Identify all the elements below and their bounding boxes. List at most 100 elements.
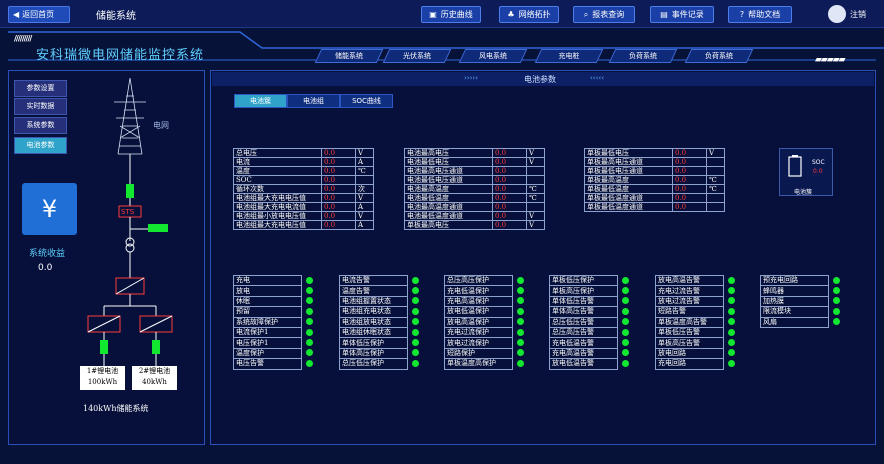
status-indicator-icon	[517, 359, 524, 367]
status-indicator-icon	[728, 339, 735, 347]
sidebar-item-battery-params[interactable]: 电池参数	[14, 137, 67, 154]
status-dot-cell	[302, 317, 316, 327]
status-label: 放电过流告警	[655, 295, 724, 308]
param-unit	[706, 202, 725, 212]
history-curve-button[interactable]: ▣ 历史曲线	[421, 6, 481, 23]
status-indicator-icon	[306, 297, 313, 305]
tab-storage[interactable]: 储能系统	[314, 49, 384, 63]
status-table-4: 单板低压保护 单板高压保护 单体低压告警 单体高压告警 总压低压告警 总压高压告警 充电低温…	[549, 274, 632, 370]
param-label: 单板最低温度	[584, 184, 673, 194]
status-label: 单板高压告警	[655, 337, 724, 349]
param-table-2: 电池最高电压 0.0 V 电池最低电压 0.0 V 电池最高电压通道 0.0 电池最低电压通道 0…	[404, 148, 545, 230]
status-indicator-icon	[412, 349, 419, 357]
param-table-1: 总电压 0.0 V 电流 0.0 A 温度 0.0 ℃ SOC 0.0 循环次数 0.0 次电池组最大充电…	[233, 148, 374, 230]
param-unit: ℃	[526, 193, 545, 203]
param-label: 电池组最大充电电压值	[233, 193, 322, 203]
status-label: 加热膜	[760, 295, 829, 308]
status-dot-cell	[618, 338, 632, 348]
param-value: 0.0	[492, 184, 527, 194]
grid-label: 电网	[153, 121, 169, 130]
status-label: 蜂鸣器	[760, 285, 829, 297]
logout-link[interactable]: 注销	[850, 9, 866, 20]
status-row: 充电高温告警	[549, 347, 632, 360]
status-dot-cell	[513, 276, 527, 286]
tab-load[interactable]: 负荷系统	[608, 49, 678, 63]
status-label: 电流告警	[339, 274, 408, 287]
tab-battery-cluster[interactable]: 电池簇	[234, 94, 287, 108]
status-table-1: 充电 放电 休眠 预留 系统故障保护 电流保护1 电压保护1 温度保护 电压告警	[233, 274, 316, 370]
status-table-3: 总压高压保护 充电低温保护 充电高温保护 放电低温保护 放电高温保护 充电过流保护 放电过流…	[444, 274, 527, 370]
status-indicator-icon	[306, 307, 313, 315]
status-label: 限流模块	[760, 306, 829, 318]
status-row: 限流模块	[760, 306, 843, 318]
param-label: 电池最高温度通道	[404, 202, 493, 212]
status-label: 放电低温告警	[549, 358, 618, 370]
param-label: 单板最高电压通道	[584, 157, 673, 167]
status-label: 单板高压保护	[549, 285, 618, 297]
battery-icon	[788, 155, 802, 177]
status-row: 单板低压告警	[655, 326, 738, 339]
status-indicator-icon	[622, 307, 629, 315]
status-label: 充电	[233, 274, 302, 287]
status-indicator-icon	[728, 287, 735, 295]
header-stripes-icon: /////////	[14, 34, 32, 43]
status-label: 总压高压告警	[549, 326, 618, 339]
status-indicator-icon	[517, 307, 524, 315]
sidebar-item-realtime[interactable]: 实时数据	[14, 98, 67, 115]
param-value: 0.0	[672, 184, 707, 194]
status-indicator-icon	[622, 328, 629, 336]
status-label: 放电回路	[655, 347, 724, 360]
status-indicator-icon	[728, 328, 735, 336]
home-button[interactable]: ◀ 返回首页	[8, 6, 70, 23]
status-dot-cell	[724, 296, 738, 306]
tab-load-2[interactable]: 负荷系统	[684, 49, 754, 63]
soc-card: SOC 0.0 电池簇	[779, 148, 833, 196]
user-avatar-icon[interactable]	[828, 5, 846, 23]
report-query-button[interactable]: ⌕ 报表查询	[573, 6, 635, 23]
status-label: 电池组放电状态	[339, 316, 408, 328]
help-doc-button[interactable]: ? 帮助文档	[728, 6, 792, 23]
battery-1-box: 1#锂电池 100kWh	[80, 366, 125, 390]
breaker-side	[148, 224, 168, 232]
status-label: 充电过流保护	[444, 326, 513, 339]
param-value: 0.0	[672, 157, 707, 167]
sidebar-item-system-params[interactable]: 系统参数	[14, 117, 67, 134]
status-indicator-icon	[728, 276, 735, 284]
tab-battery-group[interactable]: 电池组	[287, 94, 340, 108]
sidebar-item-param-settings[interactable]: 参数设置	[14, 80, 67, 97]
status-row: 单板低压保护	[549, 274, 632, 287]
status-row: 电池组休眠状态	[339, 326, 422, 339]
param-unit	[706, 166, 725, 176]
param-row: 温度 0.0 ℃	[233, 166, 374, 176]
status-row: 蜂鸣器	[760, 285, 843, 297]
arrows-right-icon: ›››››	[464, 74, 478, 82]
network-topology-button[interactable]: ♣ 网络拓扑	[499, 6, 559, 23]
status-table-5: 放电高温告警 充电过流告警 放电过流告警 短路告警 单板温度高告警 单板低压告警 单板高压告…	[655, 274, 738, 370]
status-row: 电池组放电状态	[339, 316, 422, 328]
param-value: 0.0	[672, 175, 707, 185]
param-value: 0.0	[321, 193, 356, 203]
status-row: 放电回路	[655, 347, 738, 360]
status-row: 短路告警	[655, 306, 738, 318]
status-label: 电池组握置状态	[339, 295, 408, 308]
param-unit	[526, 175, 545, 185]
param-unit: V	[526, 148, 545, 158]
tab-charger[interactable]: 充电桩	[534, 49, 604, 63]
param-value: 0.0	[321, 166, 356, 176]
tab-pv[interactable]: 光伏系统	[382, 49, 452, 63]
status-label: 单体高压保护	[339, 347, 408, 360]
param-row: 电池最高电压 0.0 V	[404, 148, 545, 158]
status-dot-cell	[408, 327, 422, 337]
event-log-button[interactable]: ▤ 事件记录	[650, 6, 714, 23]
soc-caption: 电池簇	[794, 189, 813, 196]
param-row: SOC 0.0	[233, 175, 374, 185]
status-label: 单体低压告警	[549, 295, 618, 308]
tab-wind[interactable]: 风电系统	[458, 49, 528, 63]
tab-soc-curve[interactable]: SOC曲线	[340, 94, 393, 108]
status-dot-cell	[513, 359, 527, 369]
param-value: 0.0	[672, 148, 707, 158]
status-dot-cell	[408, 296, 422, 306]
status-dot-cell	[618, 286, 632, 296]
status-row: 总压低压告警	[549, 316, 632, 328]
status-indicator-icon	[306, 276, 313, 284]
